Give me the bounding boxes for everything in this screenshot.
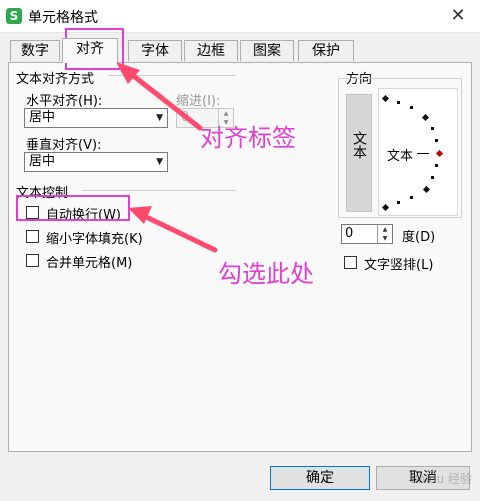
watermark: Baidu 经验 bbox=[410, 472, 472, 486]
annotation-arrows bbox=[116, 62, 218, 253]
tab-alignment[interactable]: 对齐 bbox=[62, 38, 118, 63]
arrow-to-tab bbox=[123, 67, 203, 131]
arrow-to-checkbox bbox=[137, 211, 218, 253]
arrow-head-icon bbox=[128, 206, 152, 224]
tab-annotation: 对齐标签 bbox=[200, 124, 296, 152]
checkbox-annotation: 勾选此处 bbox=[218, 260, 314, 288]
